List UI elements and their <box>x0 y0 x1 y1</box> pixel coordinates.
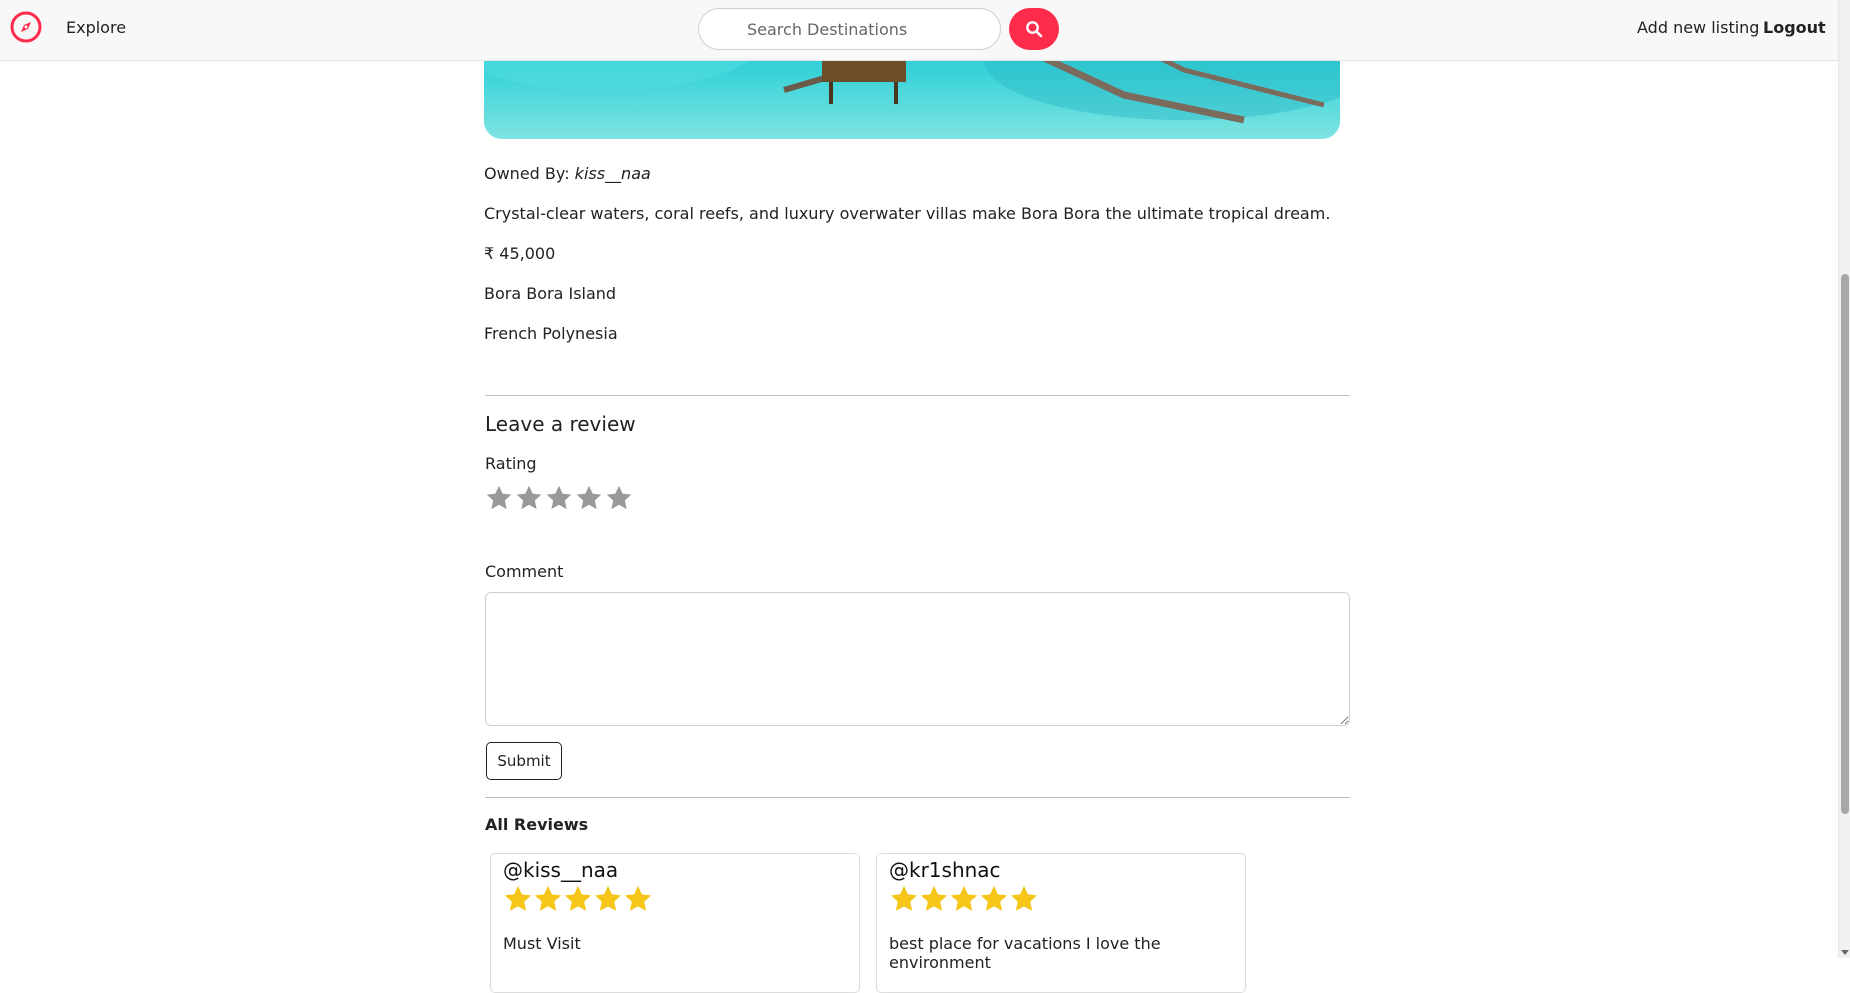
star-icon <box>533 884 563 918</box>
navbar: Explore Add new listing Logout <box>0 0 1838 61</box>
rating-label: Rating <box>485 454 537 473</box>
star-icon <box>949 884 979 918</box>
star-icon[interactable] <box>605 484 633 516</box>
review-form-heading: Leave a review <box>485 412 636 436</box>
divider <box>485 797 1350 798</box>
star-icon <box>979 884 1009 918</box>
owner-prefix: Owned By: <box>484 164 570 183</box>
page-scrollbar[interactable] <box>1838 0 1850 958</box>
search-icon <box>1026 21 1043 38</box>
comment-label: Comment <box>485 562 564 581</box>
star-icon[interactable] <box>545 484 573 516</box>
listing-description: Crystal-clear waters, coral reefs, and l… <box>484 204 1331 223</box>
review-card: @kr1shnac best place for vacations I lov… <box>876 853 1246 993</box>
star-icon[interactable] <box>485 484 513 516</box>
review-rating <box>503 884 653 918</box>
review-card: @kiss__naa Must Visit <box>490 853 860 993</box>
nav-explore-link[interactable]: Explore <box>66 18 126 37</box>
star-icon <box>593 884 623 918</box>
scrollbar-thumb[interactable] <box>1841 274 1849 814</box>
divider <box>485 395 1350 396</box>
star-icon <box>1009 884 1039 918</box>
listing-location: Bora Bora Island <box>484 284 617 303</box>
search-button[interactable] <box>1009 8 1059 50</box>
star-icon <box>623 884 653 918</box>
star-icon <box>503 884 533 918</box>
all-reviews-heading: All Reviews <box>485 815 589 834</box>
search-input[interactable] <box>698 8 1001 50</box>
logout-link[interactable]: Logout <box>1763 18 1826 37</box>
compass-icon[interactable] <box>10 11 42 43</box>
review-author: @kr1shnac <box>889 858 1001 882</box>
listing-country: French Polynesia <box>484 324 618 343</box>
owner-name: kiss__naa <box>574 164 651 183</box>
rating-star-input[interactable] <box>485 484 633 516</box>
star-icon[interactable] <box>575 484 603 516</box>
listing-price: ₹ 45,000 <box>484 244 556 263</box>
submit-button[interactable]: Submit <box>486 742 562 780</box>
review-author: @kiss__naa <box>503 858 619 882</box>
comment-textarea[interactable] <box>485 592 1350 726</box>
star-icon[interactable] <box>515 484 543 516</box>
owner-line: Owned By: kiss__naa <box>484 164 651 183</box>
star-icon <box>919 884 949 918</box>
review-comment: Must Visit <box>503 934 581 953</box>
review-rating <box>889 884 1039 918</box>
scroll-down-arrow[interactable] <box>1841 950 1849 955</box>
review-comment: best place for vacations I love the envi… <box>889 934 1161 972</box>
star-icon <box>889 884 919 918</box>
star-icon <box>563 884 593 918</box>
add-new-listing-link[interactable]: Add new listing <box>1637 18 1759 37</box>
